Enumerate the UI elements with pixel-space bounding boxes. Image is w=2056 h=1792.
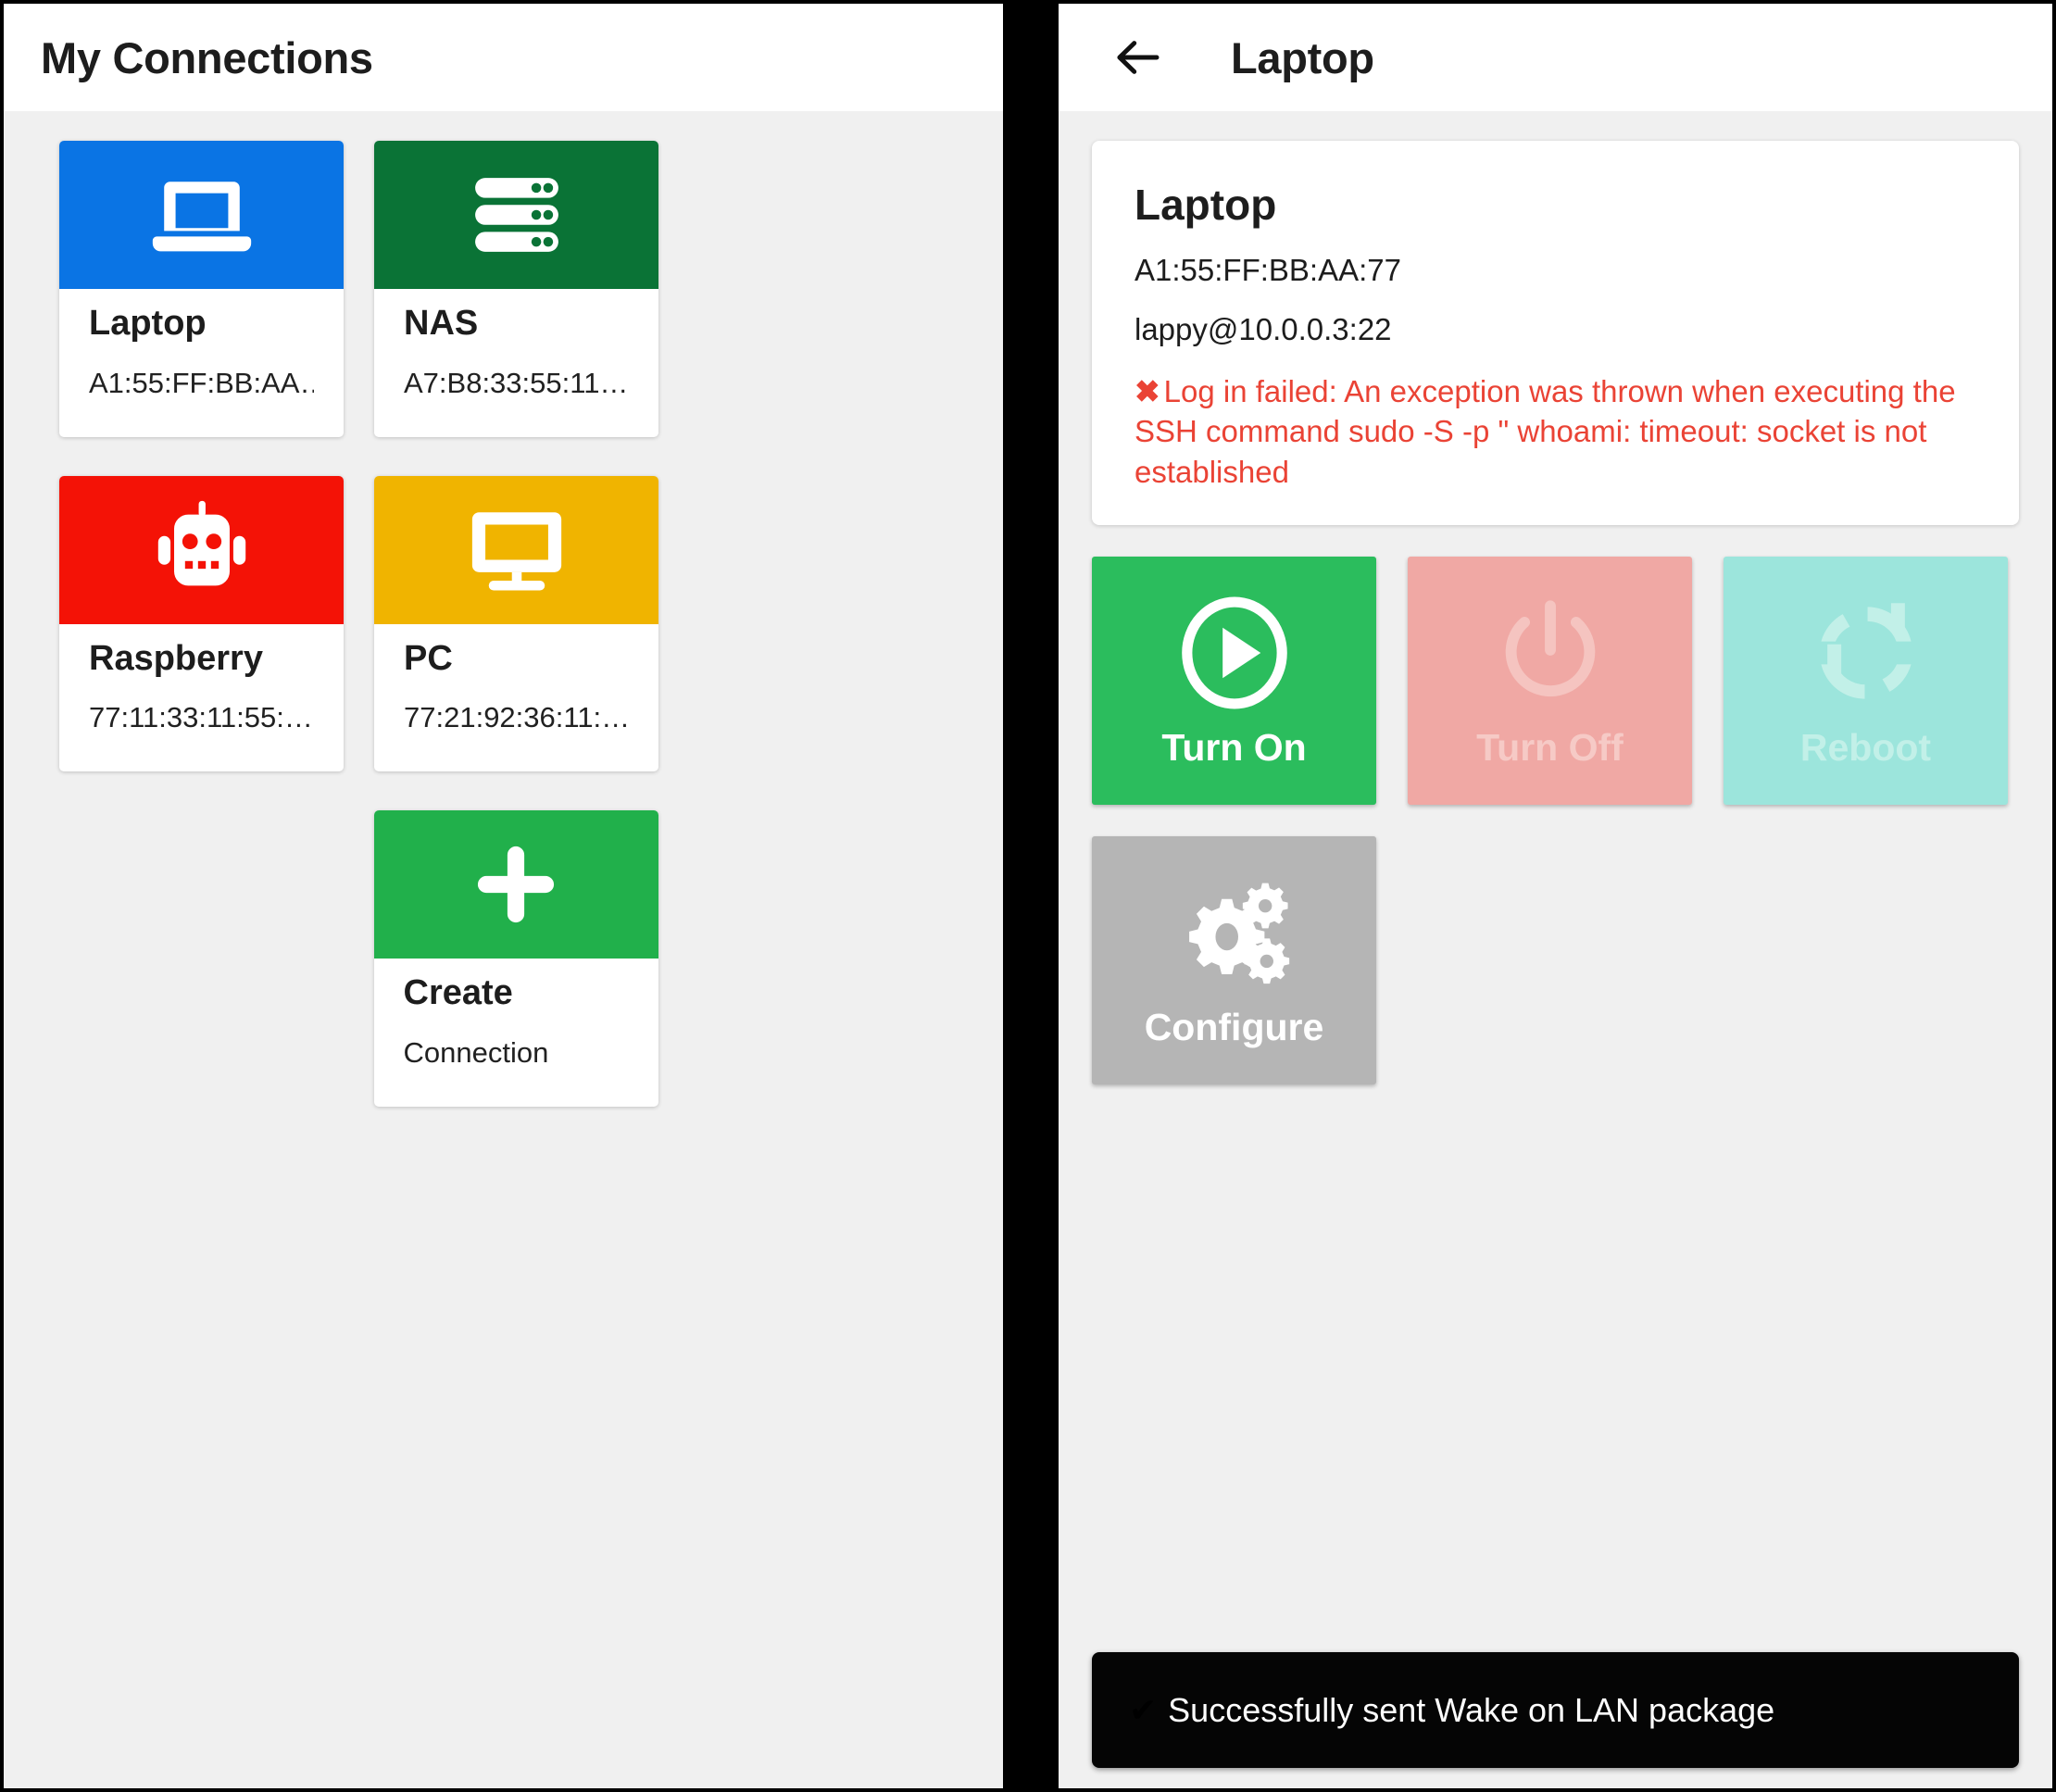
gears-icon <box>1188 883 1289 984</box>
back-arrow-icon <box>1117 41 1160 74</box>
page-title: My Connections <box>41 32 373 82</box>
create-thumb <box>373 810 658 959</box>
connection-name: Raspberry <box>89 638 263 678</box>
detail-card-wrap: Laptop A1:55:FF:BB:AA:77 lappy@10.0.0.3:… <box>1059 111 2052 526</box>
device-name: Laptop <box>1135 181 1277 229</box>
action-icon-wrap <box>1493 593 1608 713</box>
create-meta: Create Connection <box>374 959 658 1107</box>
create-connection-card[interactable]: Create Connection <box>373 810 658 1107</box>
create-title: Create <box>403 973 513 1012</box>
connection-thumb <box>59 141 344 289</box>
configure-button[interactable]: Configure <box>1092 836 1376 1085</box>
connection-meta: NAS A7:B8:33:55:11… <box>374 289 658 437</box>
connection-card-nas[interactable]: NAS A7:B8:33:55:11… <box>374 141 658 437</box>
device-mac: A1:55:FF:BB:AA:77 <box>1135 252 1401 287</box>
connection-name: Laptop <box>89 304 207 343</box>
connection-thumb <box>374 475 658 624</box>
app-frame: My Connections Laptop A1:55:FF:BB:AA… NA… <box>0 0 2056 1792</box>
connections-appbar: My Connections <box>4 4 1003 111</box>
power-icon <box>1505 600 1595 696</box>
connection-name: NAS <box>404 304 479 343</box>
connection-card-raspberry[interactable]: Raspberry 77:11:33:11:55:… <box>59 475 344 772</box>
back-button[interactable] <box>1109 29 1166 86</box>
snackbar: ✔ Successfully sent Wake on LAN package <box>1092 1652 2019 1768</box>
device-ssh: lappy@10.0.0.3:22 <box>1135 311 1392 346</box>
connection-name: PC <box>404 638 453 678</box>
robot-icon <box>157 500 245 585</box>
error-x-icon: ✖ <box>1135 373 1160 408</box>
connection-card-laptop[interactable]: Laptop A1:55:FF:BB:AA… <box>59 141 344 437</box>
device-actions-grid: Turn On Turn Off Reboot Configure <box>1059 525 2052 1085</box>
server-icon <box>474 178 558 252</box>
turn-off-button[interactable]: Turn Off <box>1408 557 1692 806</box>
create-subtitle: Connection <box>403 1035 549 1069</box>
turn-on-button[interactable]: Turn On <box>1092 557 1376 806</box>
connection-thumb <box>59 475 344 624</box>
error-text: Log in failed: An exception was thrown w… <box>1135 373 1956 489</box>
monitor-icon <box>471 511 561 591</box>
connection-mac: A1:55:FF:BB:AA… <box>89 366 314 399</box>
check-icon: ✔ <box>1129 1690 1158 1729</box>
connection-meta: Raspberry 77:11:33:11:55:… <box>59 624 344 772</box>
action-icon-wrap <box>1809 593 1924 713</box>
create-row: Create Connection <box>59 810 1003 1107</box>
play-circle-icon <box>1181 596 1287 709</box>
laptop-icon <box>152 182 251 252</box>
action-label: Configure <box>1144 1005 1324 1048</box>
refresh-icon <box>1820 603 1912 699</box>
action-label: Reboot <box>1799 725 1932 769</box>
connection-mac: 77:11:33:11:55:… <box>89 701 313 733</box>
connections-screen: My Connections Laptop A1:55:FF:BB:AA… NA… <box>4 4 1003 1788</box>
device-detail-screen: Laptop Laptop A1:55:FF:BB:AA:77 lappy@10… <box>1059 4 2052 1788</box>
connection-meta: Laptop A1:55:FF:BB:AA… <box>59 289 344 437</box>
connection-mac: 77:21:92:36:11:… <box>404 701 629 733</box>
action-icon-wrap <box>1173 872 1296 993</box>
connections-body: Laptop A1:55:FF:BB:AA… NAS A7:B8:33:55:1… <box>4 111 1003 1788</box>
detail-appbar: Laptop <box>1059 4 2052 111</box>
plus-icon <box>477 846 555 923</box>
detail-body: Laptop A1:55:FF:BB:AA:77 lappy@10.0.0.3:… <box>1059 111 2052 1788</box>
device-info-card: Laptop A1:55:FF:BB:AA:77 lappy@10.0.0.3:… <box>1092 141 2019 526</box>
connection-mac: A7:B8:33:55:11… <box>404 366 629 399</box>
action-icon-wrap <box>1175 593 1294 713</box>
connection-thumb <box>374 141 658 289</box>
snackbar-message: Successfully sent Wake on LAN package <box>1168 1690 1775 1729</box>
connection-card-pc[interactable]: PC 77:21:92:36:11:… <box>374 475 658 772</box>
connection-meta: PC 77:21:92:36:11:… <box>374 624 658 772</box>
device-error-message: ✖ Log in failed: An exception was thrown … <box>1135 371 1976 493</box>
connections-grid: Laptop A1:55:FF:BB:AA… NAS A7:B8:33:55:1… <box>4 111 1003 1107</box>
reboot-button[interactable]: Reboot <box>1724 557 2008 806</box>
detail-title: Laptop <box>1231 32 1374 82</box>
action-label: Turn On <box>1161 725 1307 769</box>
action-label: Turn Off <box>1476 725 1623 769</box>
